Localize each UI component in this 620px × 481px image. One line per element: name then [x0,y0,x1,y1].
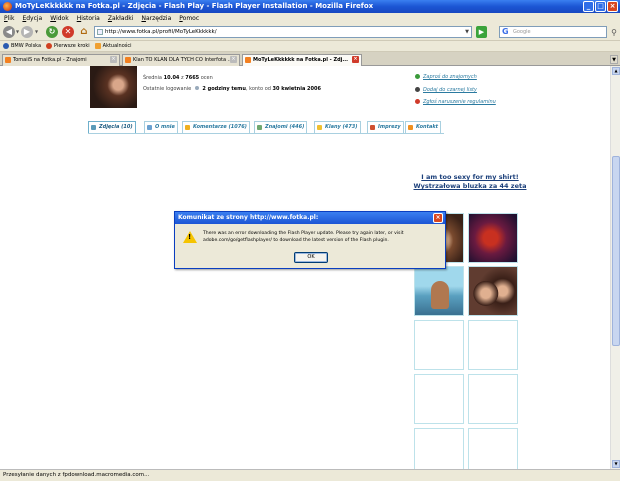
back-button[interactable]: ◀ [3,26,15,38]
dialog-title: Komunikat ze strony http://www.fotka.pl:… [175,212,445,224]
photo-thumbnail[interactable] [414,266,464,316]
tab-klan[interactable]: Klan TO KLAN DLA TYCH CO Interfota ... × [122,54,240,66]
clans-icon [317,125,322,130]
tab-kontakt[interactable]: Kontakt [405,121,442,133]
url-text: http://www.fotka.pl/profil/MoTyLeKkkkkk/ [105,29,217,35]
last-login-line: Ostatnie logowanie 2 godziny temu, konto… [143,86,321,92]
tab-bar: TomaiiS na Fotka.pl - Znajomi × Klan TO … [0,52,620,67]
photos-icon [91,125,96,130]
maximize-button[interactable]: □ [595,1,606,12]
add-friend-icon [415,74,420,79]
events-icon [370,125,375,130]
friends-icon [257,125,262,130]
vertical-scrollbar[interactable]: ▲ ▼ [610,66,620,469]
online-status-icon [194,86,199,90]
page-icon [97,29,103,35]
photo-placeholder [468,320,518,370]
menu-bar: Plik Edycja Widok Historia Zakładki Narz… [0,13,620,23]
url-input[interactable]: http://www.fotka.pl/profil/MoTyLeKkkkkk/… [94,26,472,38]
search-input[interactable]: G Google ⚲ [499,26,617,38]
photo-placeholder [414,428,464,469]
tab-tomaiis[interactable]: TomaiiS na Fotka.pl - Znajomi × [2,54,120,66]
comments-icon [185,125,190,130]
minimize-button[interactable]: _ [583,1,594,12]
tabs-divider [88,133,444,134]
status-text: Przesyłanie danych z fpdownload.macromed… [3,472,150,478]
window-titlebar: MoTyLeKkkkkk na Fotka.pl - Zdjęcia - Fla… [0,0,620,13]
rating-line: Średnia 10.04 z 7665 ocen [143,75,213,81]
forward-button[interactable]: ▶ [21,26,33,38]
photo-placeholder [414,320,464,370]
photo-thumbnail[interactable] [468,266,518,316]
bookmark-pierwsze-kroki[interactable]: Pierwsze kroki [46,43,90,49]
go-button[interactable]: ▶ [476,26,487,38]
window-title: MoTyLeKkkkkk na Fotka.pl - Zdjęcia - Fla… [15,2,374,10]
promo-link-line2[interactable]: Wystrzałowa bluzka za 44 zeta [400,182,540,190]
tab-close-icon[interactable]: × [352,56,359,63]
search-icon[interactable]: ⚲ [611,28,617,37]
forward-history-dropdown-icon[interactable]: ▼ [35,29,38,34]
tab-o-mnie[interactable]: O mnie [144,121,178,133]
tab-list-icon[interactable]: ▼ [610,55,618,64]
bmw-icon [3,43,9,49]
tab-imprezy[interactable]: Imprezy [367,121,404,133]
photo-placeholder [414,374,464,424]
menu-item-historia[interactable]: Historia [77,15,100,22]
tab-close-icon[interactable]: × [110,56,117,63]
invite-friend-link[interactable]: Zaproś do znajomych [415,74,477,80]
contact-icon [408,125,413,130]
tab-klany[interactable]: Klany (473) [314,121,361,133]
blacklist-icon [415,87,420,92]
scroll-down-icon[interactable]: ▼ [612,460,620,468]
dialog-close-button[interactable]: × [433,213,443,223]
fotka-icon [125,57,131,63]
menu-item-plik[interactable]: Plik [4,15,14,22]
bookmark-bmw-polska[interactable]: BMW Polska [3,43,41,49]
rss-icon [94,43,101,49]
tab-komentarze[interactable]: Komentarze (1076) [182,121,250,133]
stop-button[interactable]: ✕ [62,26,74,38]
warning-icon: ! [183,231,197,243]
fotka-icon [5,57,11,63]
profile-avatar[interactable] [90,66,137,108]
close-window-button[interactable]: × [607,1,618,12]
tab-zdjecia[interactable]: Zdjęcia (10) [88,121,136,133]
menu-item-zakladki[interactable]: Zakładki [108,15,134,22]
tab-znajomi[interactable]: Znajomi (446) [254,121,308,133]
promo-link-line1[interactable]: I am too sexy for my shirt! [400,173,540,181]
photo-placeholder [468,374,518,424]
reload-button[interactable]: ↻ [46,26,58,38]
search-placeholder: Google [513,29,531,35]
tab-close-icon[interactable]: × [230,56,237,63]
navigation-toolbar: ◀ ▼ ▶ ▼ ↻ ✕ ⌂ http://www.fotka.pl/profil… [0,23,620,41]
firefox-icon [46,43,53,49]
scrollbar-thumb[interactable] [612,156,620,346]
dialog-message: There was an error downloading the Flash… [203,231,404,243]
scroll-up-icon[interactable]: ▲ [612,67,620,75]
report-abuse-link[interactable]: Zgłoś naruszenie regulaminu [415,99,496,105]
menu-item-widok[interactable]: Widok [50,15,68,22]
menu-item-edycja[interactable]: Edycja [22,15,42,22]
url-dropdown-icon[interactable]: ▼ [465,27,469,37]
menu-item-narzedzia[interactable]: Narzędzia [141,15,171,22]
menu-item-pomoc[interactable]: Pomoc [179,15,199,22]
alert-dialog: Komunikat ze strony http://www.fotka.pl:… [174,211,446,269]
bookmarks-toolbar: BMW Polska Pierwsze kroki Aktualności [0,41,620,52]
ok-button[interactable]: OK [294,252,328,263]
status-bar: Przesyłanie danych z fpdownload.macromed… [0,469,620,481]
report-icon [415,99,420,104]
fotka-icon [245,57,251,63]
about-icon [147,125,152,130]
google-icon[interactable]: G [502,27,509,36]
home-button[interactable]: ⌂ [78,26,90,38]
photo-thumbnail[interactable] [468,213,518,263]
bookmark-aktualnosci[interactable]: Aktualności [94,43,132,49]
photo-placeholder [468,428,518,469]
blacklist-link[interactable]: Dodaj do czarnej listy [415,87,477,93]
firefox-icon [3,2,12,11]
back-history-dropdown-icon[interactable]: ▼ [16,29,19,34]
